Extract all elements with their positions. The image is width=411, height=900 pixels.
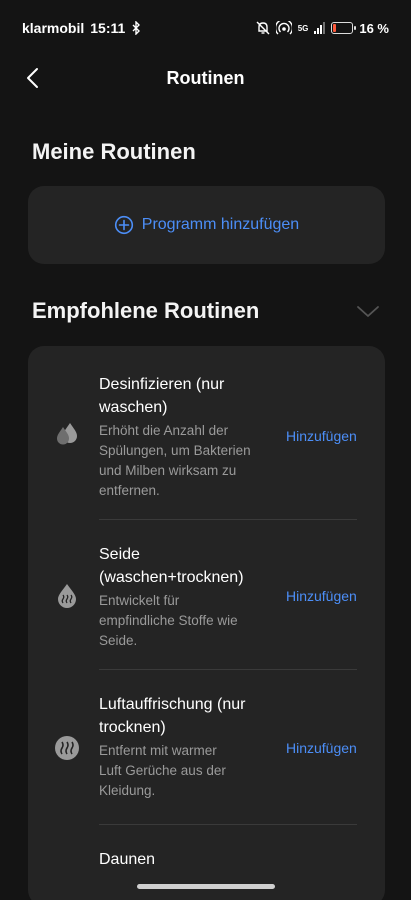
drops-icon <box>57 423 77 445</box>
steam-icon <box>55 736 79 760</box>
chevron-left-icon <box>27 68 38 88</box>
recommended-list: Desinfizieren (nur waschen) Erhöht die A… <box>28 346 385 900</box>
clock: 15:11 <box>90 20 126 36</box>
item-desc-line2: Spülungen, um Bakterien <box>99 443 251 458</box>
back-button[interactable] <box>18 64 46 92</box>
page-title: Routinen <box>166 67 245 88</box>
item-title-line1: Daunen <box>99 851 156 868</box>
item-desc-line1: Entwickelt für <box>99 593 180 608</box>
add-program-button[interactable]: Programm hinzufügen <box>28 186 385 264</box>
mute-bell-icon <box>256 21 270 35</box>
item-title-line2: (waschen+trocknen) <box>99 569 244 586</box>
add-routine-button[interactable]: Hinzufügen <box>286 740 357 756</box>
item-desc-line1: Entfernt mit warmer <box>99 743 217 758</box>
status-left: klarmobil 15:11 <box>22 20 141 36</box>
item-title-line2: trocknen) <box>99 719 166 736</box>
hotspot-icon <box>275 21 292 35</box>
battery-label: 16 % <box>359 20 389 36</box>
item-title-line2: waschen) <box>99 399 168 416</box>
item-title-line1: Desinfizieren (nur <box>99 376 225 393</box>
drop-steam-icon <box>58 584 76 608</box>
add-routine-button[interactable]: Hinzufügen <box>286 428 357 444</box>
divider <box>99 824 357 825</box>
my-routines-heading: Meine Routinen <box>32 139 196 164</box>
item-title-line1: Seide <box>99 546 140 563</box>
item-desc-line4: entfernen. <box>99 483 160 498</box>
status-right: 5G 16 % <box>256 21 389 36</box>
item-desc-line1: Erhöht die Anzahl der <box>99 423 229 438</box>
app-header: Routinen <box>0 56 411 100</box>
status-bar: klarmobil 15:11 5G 16 % <box>0 0 411 56</box>
add-program-label: Programm hinzufügen <box>141 216 300 233</box>
item-title-line1: Luftauffrischung (nur <box>99 696 246 713</box>
item-desc-line3: Seide. <box>99 633 138 648</box>
carrier-label: klarmobil <box>22 20 85 36</box>
divider <box>99 669 357 670</box>
network-label: 5G <box>297 23 309 33</box>
home-indicator[interactable] <box>137 884 275 889</box>
item-desc-line2: empfindliche Stoffe wie <box>99 613 238 628</box>
battery-icon <box>331 22 357 34</box>
chevron-down-icon[interactable] <box>356 302 380 320</box>
item-desc-line3: und Milben wirksam zu <box>99 463 237 478</box>
bluetooth-icon <box>132 21 141 35</box>
add-routine-button[interactable]: Hinzufügen <box>286 588 357 604</box>
item-desc-line2: Luft Gerüche aus der <box>99 763 226 778</box>
plus-circle-icon <box>114 215 133 235</box>
item-desc-line3: Kleidung. <box>99 783 156 798</box>
signal-icon <box>314 22 326 34</box>
divider <box>99 519 357 520</box>
recommended-heading: Empfohlene Routinen <box>32 298 260 323</box>
